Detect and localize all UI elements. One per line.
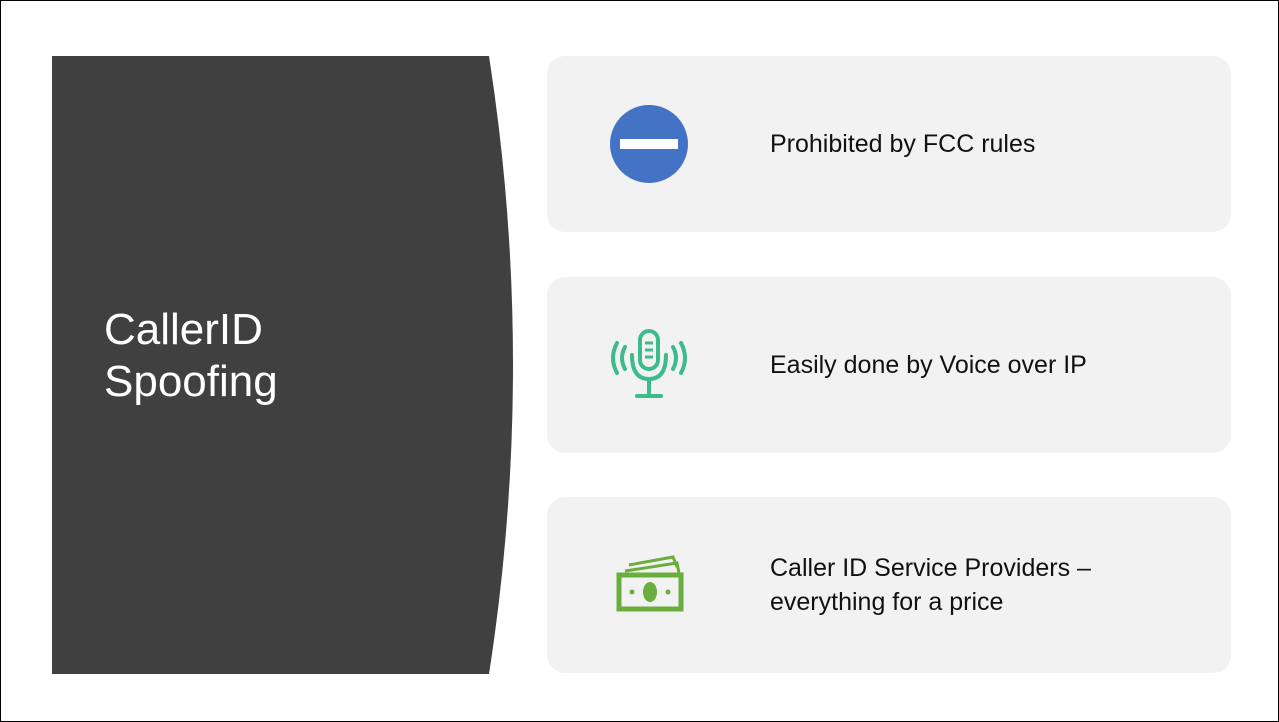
no-entry-icon [607, 104, 691, 184]
card-text: Caller ID Service Providers – everything… [770, 554, 1091, 616]
slide-title-line-2: Spoofing [104, 357, 278, 406]
slide: CallerID Spoofing Prohibited by FCC rule… [0, 0, 1279, 722]
card-text: Prohibited by FCC rules [770, 130, 1036, 158]
card-voip: Easily done by Voice over IP [547, 277, 1231, 453]
money-icon [607, 545, 691, 625]
microphone-icon [607, 325, 691, 405]
slide-title: CallerID Spoofing [104, 304, 484, 408]
card-text: Easily done by Voice over IP [770, 351, 1087, 379]
card-fcc-rules: Prohibited by FCC rules [547, 56, 1231, 232]
slide-title-line-1: CallerID [104, 305, 263, 354]
title-panel: CallerID Spoofing [52, 56, 522, 674]
card-service-providers: Caller ID Service Providers – everything… [547, 497, 1231, 673]
